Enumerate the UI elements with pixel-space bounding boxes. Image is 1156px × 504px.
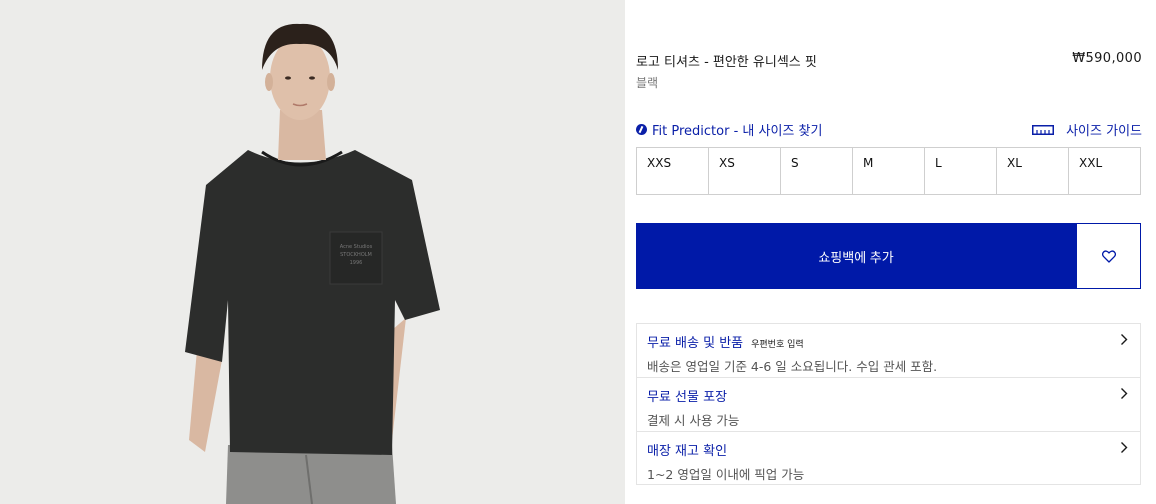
accordion-gift-wrap[interactable]: 무료 선물 포장 결제 시 사용 가능 bbox=[636, 377, 1141, 431]
size-guide-label: 사이즈 가이드 bbox=[1066, 124, 1142, 139]
chevron-right-icon bbox=[1121, 334, 1128, 345]
svg-text:STOCKHOLM: STOCKHOLM bbox=[340, 252, 372, 258]
fit-predictor-icon bbox=[636, 124, 647, 135]
ruler-icon bbox=[1032, 124, 1055, 135]
product-info-panel: 로고 티셔츠 - 편안한 유니섹스 핏 ₩590,000 블랙 Fit Pred… bbox=[625, 0, 1156, 504]
size-guide-link[interactable]: 사이즈 가이드 bbox=[1032, 120, 1142, 139]
accordion-free-shipping[interactable]: 무료 배송 및 반품 우편번호 입력 배송은 영업일 기준 4-6 일 소요됩니… bbox=[636, 323, 1141, 377]
accordion-description: 결제 시 사용 가능 bbox=[647, 413, 740, 428]
size-option-xxs[interactable]: XXS bbox=[637, 148, 709, 194]
product-color: 블랙 bbox=[636, 76, 659, 90]
fit-predictor-label: Fit Predictor - 내 사이즈 찾기 bbox=[652, 124, 823, 139]
size-option-l[interactable]: L bbox=[925, 148, 997, 194]
accordion-title: 매장 재고 확인 bbox=[647, 444, 728, 459]
size-option-m[interactable]: M bbox=[853, 148, 925, 194]
purchase-actions: 쇼핑백에 추가 bbox=[636, 223, 1141, 289]
add-to-bag-button[interactable]: 쇼핑백에 추가 bbox=[636, 223, 1076, 289]
chevron-right-icon bbox=[1121, 388, 1128, 399]
size-selector: XXS XS S M L XL XXL bbox=[636, 147, 1141, 195]
accordion-description: 1~2 영업일 이내에 픽업 가능 bbox=[647, 467, 805, 482]
fit-predictor-link[interactable]: Fit Predictor - 내 사이즈 찾기 bbox=[636, 120, 822, 139]
size-option-xs[interactable]: XS bbox=[709, 148, 781, 194]
wishlist-button[interactable] bbox=[1076, 223, 1141, 289]
info-accordion: 무료 배송 및 반품 우편번호 입력 배송은 영업일 기준 4-6 일 소요됩니… bbox=[636, 323, 1141, 485]
accordion-description: 배송은 영업일 기준 4-6 일 소요됩니다. 수입 관세 포함. bbox=[647, 359, 938, 374]
heart-icon bbox=[1101, 249, 1116, 263]
postal-code-link[interactable]: 우편번호 입력 bbox=[751, 337, 804, 350]
product-image: Acne Studios STOCKHOLM 1996 bbox=[0, 0, 625, 504]
model-illustration: Acne Studios STOCKHOLM 1996 bbox=[185, 23, 440, 504]
svg-text:Acne Studios: Acne Studios bbox=[340, 244, 373, 250]
size-option-s[interactable]: S bbox=[781, 148, 853, 194]
svg-text:1996: 1996 bbox=[350, 260, 363, 266]
accordion-title: 무료 선물 포장 bbox=[647, 390, 728, 405]
product-title: 로고 티셔츠 - 편안한 유니섹스 핏 bbox=[636, 55, 817, 70]
product-price: ₩590,000 bbox=[1072, 51, 1142, 66]
accordion-title: 무료 배송 및 반품 bbox=[647, 336, 744, 351]
accordion-store-stock[interactable]: 매장 재고 확인 1~2 영업일 이내에 픽업 가능 bbox=[636, 431, 1141, 485]
size-option-xl[interactable]: XL bbox=[997, 148, 1069, 194]
size-option-xxl[interactable]: XXL bbox=[1069, 148, 1140, 194]
chevron-right-icon bbox=[1121, 442, 1128, 453]
